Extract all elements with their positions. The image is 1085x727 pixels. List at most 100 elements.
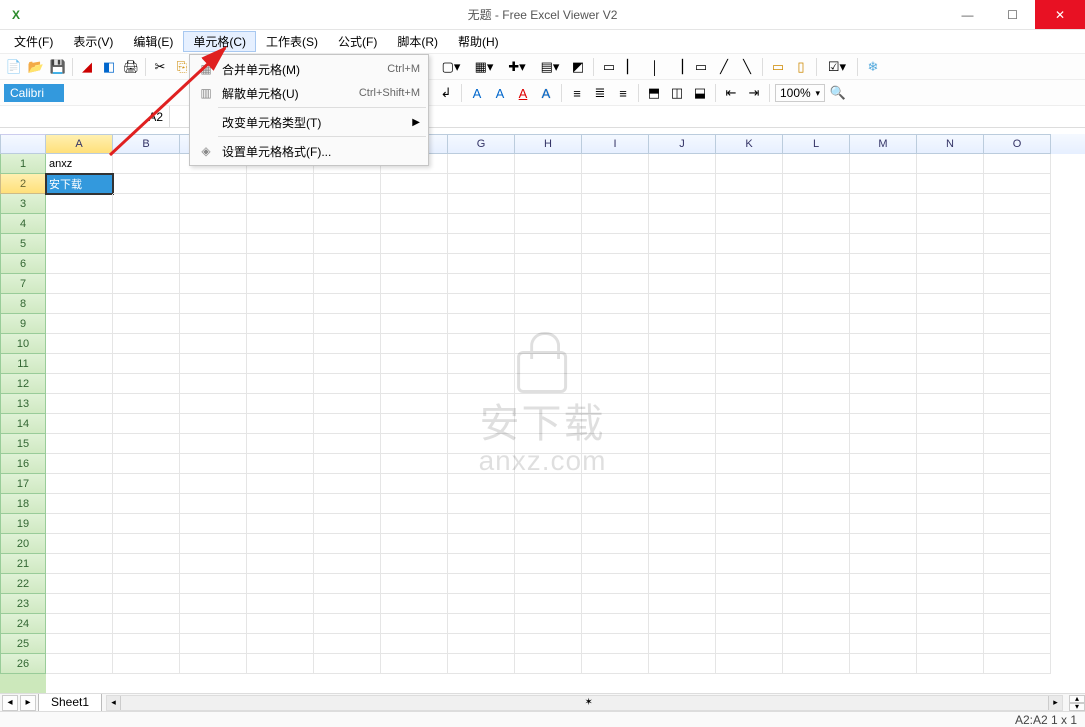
cell[interactable]	[649, 354, 716, 374]
cell[interactable]	[984, 514, 1051, 534]
cell[interactable]	[113, 454, 180, 474]
cell[interactable]	[46, 534, 113, 554]
cell[interactable]	[716, 334, 783, 354]
cell[interactable]	[984, 254, 1051, 274]
cell[interactable]	[917, 274, 984, 294]
row-header[interactable]: 17	[0, 474, 46, 494]
cell[interactable]	[582, 654, 649, 674]
cell[interactable]	[649, 454, 716, 474]
cell[interactable]	[314, 414, 381, 434]
cell[interactable]	[314, 374, 381, 394]
border-center-icon[interactable]: │	[645, 57, 665, 77]
cell[interactable]	[448, 454, 515, 474]
cell[interactable]	[716, 194, 783, 214]
cell[interactable]	[314, 234, 381, 254]
cell[interactable]	[716, 314, 783, 334]
cell[interactable]	[783, 194, 850, 214]
cell[interactable]	[515, 254, 582, 274]
cell[interactable]	[180, 234, 247, 254]
cell[interactable]	[515, 634, 582, 654]
cell[interactable]	[850, 374, 917, 394]
cell[interactable]	[448, 254, 515, 274]
cell[interactable]	[917, 654, 984, 674]
align-left-icon[interactable]: ≡	[567, 83, 587, 103]
cell[interactable]	[314, 434, 381, 454]
font-color-icon[interactable]: A	[467, 83, 487, 103]
cell[interactable]	[314, 334, 381, 354]
cell[interactable]	[448, 614, 515, 634]
row-header[interactable]: 6	[0, 254, 46, 274]
cell[interactable]	[381, 174, 448, 194]
cell[interactable]	[515, 274, 582, 294]
cell[interactable]	[515, 474, 582, 494]
cell[interactable]	[113, 374, 180, 394]
save-icon[interactable]: 💾	[48, 57, 68, 77]
row-header[interactable]: 26	[0, 654, 46, 674]
border-diag2-icon[interactable]: ╲	[737, 57, 757, 77]
cell[interactable]	[46, 614, 113, 634]
font-size-dec-icon[interactable]: A	[513, 83, 533, 103]
cell[interactable]	[314, 514, 381, 534]
menu-item[interactable]: 文件(F)	[4, 31, 63, 52]
cell[interactable]	[46, 654, 113, 674]
cell[interactable]	[46, 314, 113, 334]
border-style-1-icon[interactable]: ▭	[599, 57, 619, 77]
cell[interactable]	[113, 554, 180, 574]
cell[interactable]	[381, 534, 448, 554]
cell[interactable]	[716, 154, 783, 174]
cell[interactable]	[314, 474, 381, 494]
cell[interactable]	[649, 314, 716, 334]
cell[interactable]	[850, 174, 917, 194]
cell[interactable]	[850, 554, 917, 574]
row-header[interactable]: 18	[0, 494, 46, 514]
cell[interactable]	[850, 474, 917, 494]
cell[interactable]	[46, 374, 113, 394]
checkbox-icon[interactable]: ☑▾	[822, 57, 852, 77]
cell[interactable]	[917, 634, 984, 654]
cell[interactable]	[247, 574, 314, 594]
cell[interactable]	[381, 474, 448, 494]
cell[interactable]	[984, 394, 1051, 414]
zoom-tool-icon[interactable]: 🔍	[828, 83, 848, 103]
cell[interactable]	[850, 234, 917, 254]
cell[interactable]	[113, 194, 180, 214]
snowflake-icon[interactable]: ❄	[863, 57, 883, 77]
cell[interactable]	[917, 534, 984, 554]
cell[interactable]	[582, 334, 649, 354]
cell[interactable]	[582, 574, 649, 594]
cell[interactable]	[984, 354, 1051, 374]
cell[interactable]	[984, 594, 1051, 614]
cell[interactable]	[180, 414, 247, 434]
border-cross-icon[interactable]: ✚▾	[502, 57, 532, 77]
column-header[interactable]: A	[46, 134, 113, 154]
menu-item[interactable]: ▥解散单元格(U)Ctrl+Shift+M	[190, 81, 428, 105]
cell[interactable]	[180, 214, 247, 234]
cell[interactable]	[716, 494, 783, 514]
cell[interactable]	[984, 474, 1051, 494]
cell[interactable]	[113, 434, 180, 454]
cell[interactable]	[716, 534, 783, 554]
cell[interactable]	[515, 654, 582, 674]
cell[interactable]	[850, 514, 917, 534]
cell[interactable]	[247, 434, 314, 454]
maximize-button[interactable]: ☐	[990, 0, 1035, 29]
cell[interactable]	[984, 154, 1051, 174]
cell[interactable]	[113, 634, 180, 654]
cell[interactable]	[247, 194, 314, 214]
cell[interactable]	[984, 554, 1051, 574]
cell[interactable]	[850, 214, 917, 234]
cell[interactable]	[917, 214, 984, 234]
cell[interactable]	[984, 374, 1051, 394]
cell[interactable]	[448, 494, 515, 514]
cell[interactable]	[381, 494, 448, 514]
new-icon[interactable]: 📄	[4, 57, 24, 77]
column-header[interactable]: M	[850, 134, 917, 154]
column-header[interactable]: H	[515, 134, 582, 154]
cell[interactable]	[917, 454, 984, 474]
cell[interactable]	[984, 574, 1051, 594]
cell[interactable]	[917, 474, 984, 494]
cell[interactable]	[649, 594, 716, 614]
cell[interactable]	[984, 274, 1051, 294]
cell[interactable]	[649, 394, 716, 414]
align-center-icon[interactable]: ≣	[590, 83, 610, 103]
